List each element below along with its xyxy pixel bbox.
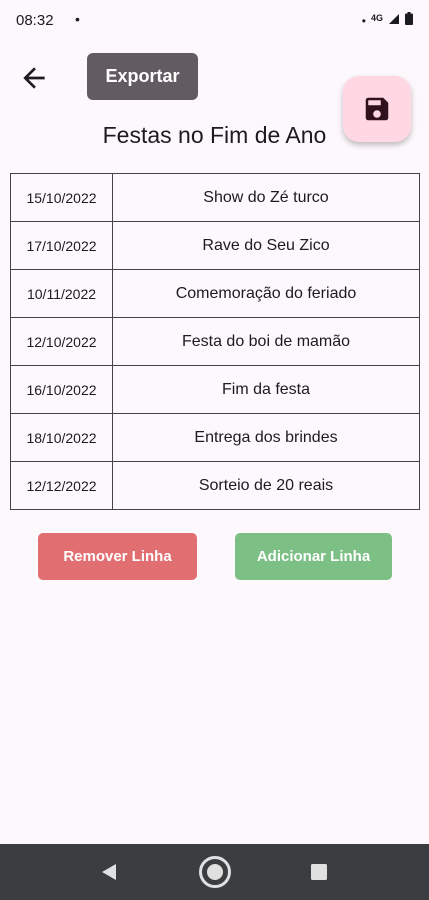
event-date-cell: 12/10/2022 <box>10 317 113 366</box>
table-row: 12/12/2022 Sorteio de 20 reais <box>10 461 420 510</box>
system-nav-bar <box>0 844 429 900</box>
events-table: 15/10/2022 Show do Zé turco 17/10/2022 Rave… <box>10 173 420 510</box>
event-date-cell: 10/11/2022 <box>10 269 113 318</box>
event-date-cell: 16/10/2022 <box>10 365 113 414</box>
back-button[interactable] <box>18 62 50 94</box>
table-row: 17/10/2022 Rave do Seu Zico <box>10 221 420 270</box>
network-type-label: 4G <box>370 12 383 23</box>
arrow-back-icon <box>23 67 45 89</box>
event-date-cell: 12/12/2022 <box>10 461 113 510</box>
event-date-cell: 18/10/2022 <box>10 413 113 462</box>
table-row: 10/11/2022 Comemoração do feriado <box>10 269 420 318</box>
event-name-cell: Comemoração do feriado <box>112 269 420 318</box>
status-bar: 08:32 • • 4G <box>0 0 429 44</box>
table-row: 15/10/2022 Show do Zé turco <box>10 173 420 222</box>
add-row-button[interactable]: Adicionar Linha <box>235 533 392 580</box>
nav-home-button[interactable] <box>198 855 232 889</box>
page-title: Festas no Fim de Ano <box>102 122 327 148</box>
nav-recents-button[interactable] <box>305 858 333 886</box>
table-row: 18/10/2022 Entrega dos brindes <box>10 413 420 462</box>
event-name-cell: Festa do boi de mamão <box>112 317 420 366</box>
export-button[interactable]: Exportar <box>87 53 198 100</box>
event-name-cell: Fim da festa <box>112 365 420 414</box>
event-name-cell: Sorteio de 20 reais <box>112 461 420 510</box>
event-name-cell: Entrega dos brindes <box>112 413 420 462</box>
save-icon <box>365 97 389 121</box>
table-row: 16/10/2022 Fim da festa <box>10 365 420 414</box>
nav-recents-icon <box>311 864 327 880</box>
nav-home-icon <box>199 856 231 888</box>
event-name-cell: Rave do Seu Zico <box>112 221 420 270</box>
status-dot: • <box>361 13 366 28</box>
nav-back-icon <box>102 864 116 880</box>
signal-icon <box>388 12 400 29</box>
notification-dot: • <box>75 11 80 27</box>
battery-icon <box>405 12 413 29</box>
event-date-cell: 17/10/2022 <box>10 221 113 270</box>
table-row: 12/10/2022 Festa do boi de mamão <box>10 317 420 366</box>
status-time: 08:32 <box>16 12 54 29</box>
remove-row-button[interactable]: Remover Linha <box>38 533 197 580</box>
event-date-cell: 15/10/2022 <box>10 173 113 222</box>
status-icons: • 4G <box>362 12 413 29</box>
event-name-cell: Show do Zé turco <box>112 173 420 222</box>
nav-back-button[interactable] <box>95 858 123 886</box>
